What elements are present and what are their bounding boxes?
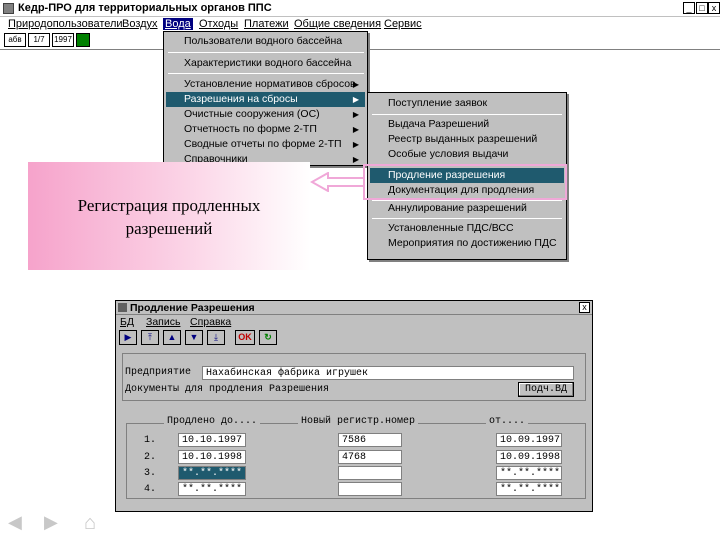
menu-item-razresheniya[interactable]: Разрешения на сбросы ▶ <box>166 92 365 107</box>
submenu-item-osobye[interactable]: Особые условия выдачи <box>370 147 508 162</box>
callout-box: Регистрация продленных разрешений <box>28 162 310 270</box>
menu-item-otchetnost[interactable]: Отчетность по форме 2-ТП ▶ <box>166 122 365 137</box>
submenu-arrow-icon: ▶ <box>352 125 359 134</box>
toolbar-exit-icon[interactable] <box>76 33 90 47</box>
callout-line-2: разрешений <box>125 219 213 238</box>
regnum-field[interactable] <box>338 466 402 480</box>
app-titlebar: Кедр-ПРО для территориальных органов ППС… <box>0 0 720 17</box>
menu-voda-dropdown: Пользователи водного бассейна Характерис… <box>163 31 368 166</box>
extended-date-field[interactable]: **.**.**** <box>178 466 246 480</box>
menu-item-razresheniya-label: Разрешения на сбросы <box>184 93 298 105</box>
menu-item-harakteristiki[interactable]: Характеристики водного бассейна <box>166 56 351 71</box>
menu-item-svodnye[interactable]: Сводные отчеты по форме 2-ТП ▶ <box>166 137 365 152</box>
toolbar-year-button[interactable]: 1997 <box>52 33 74 47</box>
submenu-arrow-icon: ▶ <box>352 110 359 119</box>
app-icon <box>3 3 14 14</box>
submenu-arrow-icon: ▶ <box>352 140 359 149</box>
submenu-item-annulirovanie[interactable]: Аннулирование разрешений <box>370 201 527 216</box>
submenu-item-meropriyatiya[interactable]: Мероприятия по достижению ПДС <box>370 236 557 251</box>
menu-item-ochistnye-label: Очистные сооружения (ОС) <box>184 108 320 120</box>
dialog-menubar: БД Запись Справка <box>116 316 592 329</box>
home-icon[interactable]: ⌂ <box>84 512 96 535</box>
submenu-item-vydacha[interactable]: Выдача Разрешений <box>370 117 489 132</box>
menu-separator <box>168 52 364 53</box>
docs-button[interactable]: Подч.ВД <box>518 382 574 397</box>
docs-label: Документы для продления Разрешения <box>125 384 330 395</box>
callout-line-1: Регистрация продленных <box>77 196 261 215</box>
from-date-field[interactable]: 10.09.1997 <box>496 433 562 447</box>
row-number: 3. <box>144 468 157 479</box>
dialog-menu-spravka[interactable]: Справка <box>190 316 231 328</box>
close-button[interactable]: x <box>708 2 720 14</box>
regnum-field[interactable] <box>338 482 402 496</box>
forward-arrow-icon[interactable]: ▶ <box>44 512 58 533</box>
submenu-item-ustanovlennye[interactable]: Установленные ПДС/ВСС <box>370 221 514 236</box>
toolbar-abc-button[interactable]: абв <box>4 33 26 47</box>
submenu-item-reestr[interactable]: Реестр выданных разрешений <box>370 132 537 147</box>
extended-date-field[interactable]: 10.10.1998 <box>178 450 246 464</box>
enterprise-field[interactable]: Нахабинская фабрика игрушек <box>202 366 574 380</box>
next-record-icon[interactable]: ▼ <box>185 330 203 345</box>
submenu-arrow-icon: ▶ <box>352 80 359 89</box>
menu-prirodopolzovateli[interactable]: Природопользователи <box>8 18 123 30</box>
row-number: 2. <box>144 452 157 463</box>
menubar: Природопользователи Воздух Вода Отходы П… <box>0 17 720 32</box>
col-header-from: от.... <box>486 416 529 427</box>
submenu-arrow-icon: ▶ <box>352 95 359 104</box>
extended-date-field[interactable]: **.**.**** <box>178 482 246 496</box>
last-record-icon[interactable]: ⤓ <box>207 330 225 345</box>
row-number: 4. <box>144 484 157 495</box>
first-record-icon[interactable]: ⤒ <box>141 330 159 345</box>
menu-item-polzovateli[interactable]: Пользователи водного бассейна <box>166 34 342 49</box>
app-title: Кедр-ПРО для территориальных органов ППС <box>18 2 272 14</box>
col-header-extended: Продлено до.... <box>164 416 261 427</box>
callout-text: Регистрация продленных разрешений <box>28 194 310 240</box>
menu-item-normativy[interactable]: Установление нормативов сбросов ▶ <box>166 77 365 92</box>
menu-item-svodnye-label: Сводные отчеты по форме 2-ТП <box>184 138 342 150</box>
submenu-arrow-icon: ▶ <box>352 155 359 164</box>
back-arrow-icon[interactable]: ◀ <box>8 512 22 533</box>
highlight-box <box>363 164 567 200</box>
ok-button[interactable]: OK <box>235 330 255 345</box>
from-date-field[interactable]: **.**.**** <box>496 482 562 496</box>
toolbar-fraction-button[interactable]: 1/7 <box>28 33 50 47</box>
menu-item-otchetnost-label: Отчетность по форме 2-ТП <box>184 123 317 135</box>
menu-separator <box>372 218 562 219</box>
extended-date-field[interactable]: 10.10.1997 <box>178 433 246 447</box>
dialog-close-button[interactable]: x <box>579 302 590 313</box>
maximize-button[interactable]: □ <box>696 2 708 14</box>
enterprise-label: Предприятие <box>125 367 192 378</box>
dialog-menu-zapis[interactable]: Запись <box>146 316 180 328</box>
menu-platezhi[interactable]: Платежи <box>244 18 289 30</box>
dialog-title: Продление Разрешения <box>130 302 255 314</box>
menu-othody[interactable]: Отходы <box>199 18 238 30</box>
refresh-icon[interactable]: ↻ <box>259 330 277 345</box>
run-icon[interactable]: ▶ <box>119 330 137 345</box>
from-date-field[interactable]: 10.09.1998 <box>496 450 562 464</box>
submenu-item-zayavki[interactable]: Поступление заявок <box>370 96 487 111</box>
col-header-regnum: Новый регистр.номер <box>298 416 419 427</box>
dialog-icon <box>118 303 127 312</box>
callout-arrow-icon <box>310 172 365 192</box>
regnum-field[interactable]: 7586 <box>338 433 402 447</box>
prev-record-icon[interactable]: ▲ <box>163 330 181 345</box>
from-date-field[interactable]: **.**.**** <box>496 466 562 480</box>
menu-item-normativy-label: Установление нормативов сбросов <box>184 78 356 90</box>
dialog-menu-bd[interactable]: БД <box>120 316 134 328</box>
menu-vozduh[interactable]: Воздух <box>122 18 158 30</box>
dialog-titlebar: Продление Разрешения x <box>116 301 592 315</box>
menu-servis[interactable]: Сервис <box>384 18 422 30</box>
prodlenie-dialog: Продление Разрешения x БД Запись Справка… <box>115 300 593 512</box>
menu-voda[interactable]: Вода <box>163 18 193 30</box>
menu-obshie-svedeniya[interactable]: Общие сведения <box>294 18 381 30</box>
minimize-button[interactable]: _ <box>683 2 695 14</box>
menu-separator <box>168 73 364 74</box>
regnum-field[interactable]: 4768 <box>338 450 402 464</box>
menu-item-ochistnye[interactable]: Очистные сооружения (ОС) ▶ <box>166 107 365 122</box>
menu-separator <box>372 114 562 115</box>
row-number: 1. <box>144 435 157 446</box>
